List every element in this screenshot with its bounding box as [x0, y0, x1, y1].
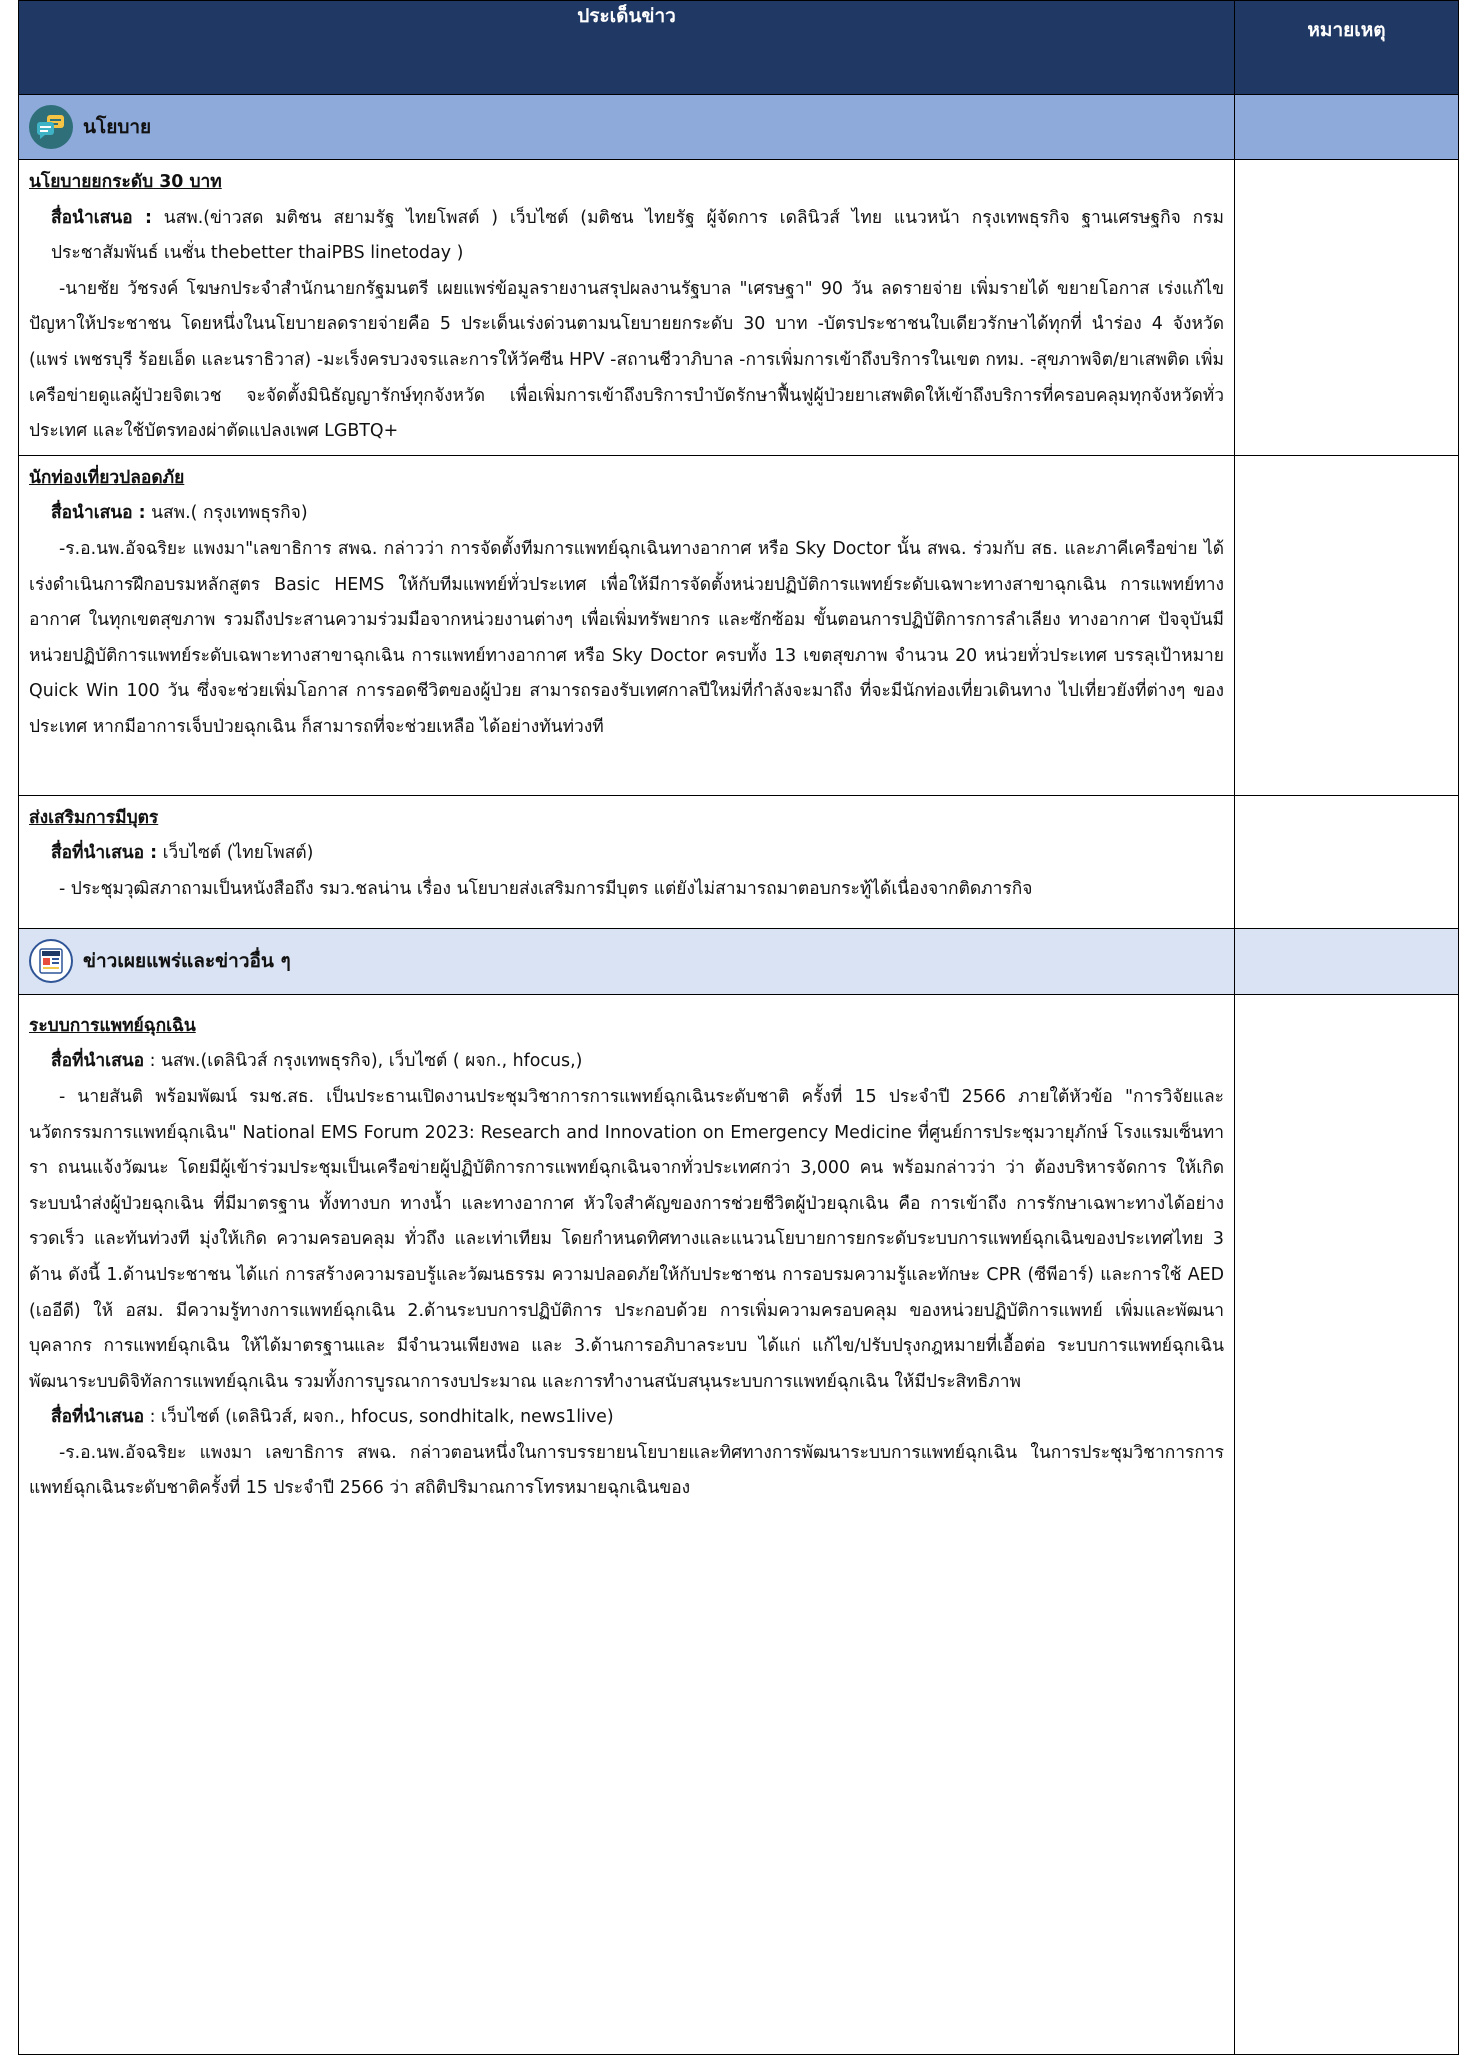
source-label: สื่อนำเสนอ :: [51, 207, 152, 228]
section-cell: ข่าวเผยแพร่และข่าวอื่น ๆ: [18, 927, 1235, 995]
topic-body: -ร.อ.นพ.อัจฉริยะ แพงมา"เลขาธิการ สพฉ. กล…: [29, 538, 1224, 737]
source-label: สื่อที่นำเสนอ: [51, 1407, 145, 1428]
section-row-news: ข่าวเผยแพร่และข่าวอื่น ๆ: [18, 927, 1459, 995]
note-cell: [1234, 454, 1459, 796]
topic-body: -ร.อ.นพ.อัจฉริยะ แพงมา เลขาธิการ สพฉ. กล…: [29, 1442, 1224, 1499]
source-line: สื่อนำเสนอ : นสพ.( กรุงเทพธุรกิจ): [29, 496, 1224, 532]
topic-row: ระบบการแพทย์ฉุกเฉิน สื่อที่นำเสนอ : นสพ.…: [18, 993, 1459, 2055]
source-line: สื่อนำเสนอ : นสพ.(ข่าวสด มติชน สยามรัฐ ไ…: [29, 201, 1224, 272]
source-label: สื่อที่นำเสนอ :: [51, 843, 158, 864]
source-line: สื่อที่นำเสนอ : นสพ.(เดลินิวส์ กรุงเทพธุ…: [29, 1044, 1224, 1080]
topic-cell: ระบบการแพทย์ฉุกเฉิน สื่อที่นำเสนอ : นสพ.…: [18, 993, 1235, 2055]
topic-cell: นักท่องเที่ยวปลอดภัย สื่อนำเสนอ : นสพ.( …: [18, 454, 1235, 796]
topic-title: ระบบการแพทย์ฉุกเฉิน: [29, 1015, 196, 1036]
topic-row: นโยบายยกระดับ 30 บาท สื่อนำเสนอ : นสพ.(ข…: [18, 159, 1459, 456]
source-line: สื่อที่นำเสนอ : เว็บไซต์ (เดลินิวส์, ผจก…: [29, 1400, 1224, 1436]
header-main: ประเด็นข่าว: [18, 0, 1235, 95]
topic-cell: นโยบายยกระดับ 30 บาท สื่อนำเสนอ : นสพ.(ข…: [18, 159, 1235, 456]
section-cell: นโยบาย: [18, 94, 1235, 160]
source-text: นสพ.(ข่าวสด มติชน สยามรัฐ ไทยโพสต์ ) เว็…: [51, 207, 1224, 264]
source-text: : เว็บไซต์ (เดลินิวส์, ผจก., hfocus, son…: [149, 1407, 614, 1428]
note-cell: [1234, 993, 1459, 2055]
source-label: สื่อที่นำเสนอ: [51, 1051, 145, 1072]
note-cell: [1234, 794, 1459, 929]
topic-body: - นายสันติ พร้อมพัฒน์ รมช.สธ. เป็นประธาน…: [29, 1086, 1224, 1392]
topic-cell: ส่งเสริมการมีบุตร สื่อที่นำเสนอ : เว็บไซ…: [18, 794, 1235, 929]
topic-row: ส่งเสริมการมีบุตร สื่อที่นำเสนอ : เว็บไซ…: [18, 794, 1459, 929]
section-title: ข่าวเผยแพร่และข่าวอื่น ๆ: [83, 950, 291, 973]
source-text: : นสพ.(เดลินิวส์ กรุงเทพธุรกิจ), เว็บไซต…: [149, 1051, 583, 1072]
source-text: นสพ.( กรุงเทพธุรกิจ): [151, 503, 308, 524]
newspaper-icon: [29, 939, 73, 984]
topic-body: - ประชุมวุฒิสภาถามเป็นหนังสือถึง รมว.ชลน…: [59, 878, 1033, 899]
topic-row: นักท่องเที่ยวปลอดภัย สื่อนำเสนอ : นสพ.( …: [18, 454, 1459, 796]
note-cell: [1234, 159, 1459, 456]
source-text: เว็บไซต์ (ไทยโพสต์): [162, 843, 314, 864]
topic-title: ส่งเสริมการมีบุตร: [29, 807, 159, 828]
chat-bubbles-icon: [29, 105, 73, 149]
section-title: นโยบาย: [83, 116, 152, 138]
table-header-row: ประเด็นข่าว หมายเหตุ: [18, 0, 1459, 95]
topic-title: นโยบายยกระดับ 30 บาท: [29, 172, 222, 192]
section-row-policy: นโยบาย: [18, 94, 1459, 160]
news-table: ประเด็นข่าว หมายเหตุ นโยบาย นโยบายยกระดั…: [18, 0, 1459, 2055]
source-line: สื่อที่นำเสนอ : เว็บไซต์ (ไทยโพสต์): [29, 836, 1224, 872]
header-note: หมายเหตุ: [1234, 0, 1459, 95]
topic-body: -นายชัย วัชรงค์ โฆษกประจำสำนักนายกรัฐมนต…: [29, 278, 1224, 442]
note-cell: [1234, 927, 1459, 995]
topic-title: นักท่องเที่ยวปลอดภัย: [29, 467, 185, 488]
note-cell: [1234, 94, 1459, 160]
source-label: สื่อนำเสนอ :: [51, 503, 146, 524]
